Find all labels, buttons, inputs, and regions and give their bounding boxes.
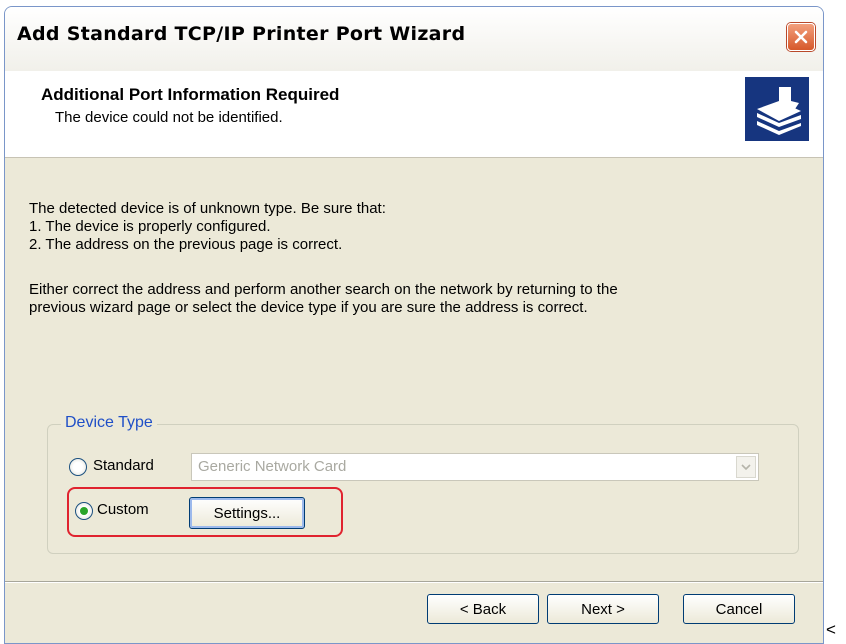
settings-button[interactable]: Settings... — [189, 497, 305, 529]
custom-radio[interactable] — [75, 502, 93, 520]
wizard-content: The detected device is of unknown type. … — [5, 158, 823, 643]
header-subtitle: The device could not be identified. — [55, 109, 283, 126]
cancel-button[interactable]: Cancel — [683, 594, 795, 624]
device-type-legend: Device Type — [61, 414, 157, 432]
title-bar: Add Standard TCP/IP Printer Port Wizard — [5, 7, 823, 72]
stray-character: < — [826, 620, 836, 639]
info-text-line-2: 1. The device is properly configured. — [29, 218, 271, 235]
custom-label[interactable]: Custom — [97, 501, 149, 518]
back-button[interactable]: < Back — [427, 594, 539, 624]
close-icon — [794, 30, 808, 44]
dropdown-arrow-button[interactable] — [736, 456, 756, 478]
close-button[interactable] — [787, 23, 815, 51]
printer-icon — [745, 77, 809, 141]
info-text-line-5: previous wizard page or select the devic… — [29, 299, 588, 316]
chevron-down-icon — [741, 464, 751, 471]
wizard-window: Add Standard TCP/IP Printer Port Wizard … — [4, 6, 824, 644]
window-title: Add Standard TCP/IP Printer Port Wizard — [17, 23, 466, 45]
info-text-line-3: 2. The address on the previous page is c… — [29, 236, 343, 253]
header-title: Additional Port Information Required — [41, 85, 340, 104]
next-button[interactable]: Next > — [547, 594, 659, 624]
wizard-header: Additional Port Information Required The… — [5, 71, 823, 158]
info-text-line-1: The detected device is of unknown type. … — [29, 200, 386, 217]
device-type-dropdown[interactable]: Generic Network Card — [191, 453, 759, 481]
dropdown-value: Generic Network Card — [198, 458, 347, 475]
footer-separator — [5, 581, 823, 583]
standard-radio[interactable] — [69, 458, 87, 476]
standard-label[interactable]: Standard — [93, 457, 154, 474]
info-text-line-4: Either correct the address and perform a… — [29, 281, 618, 298]
